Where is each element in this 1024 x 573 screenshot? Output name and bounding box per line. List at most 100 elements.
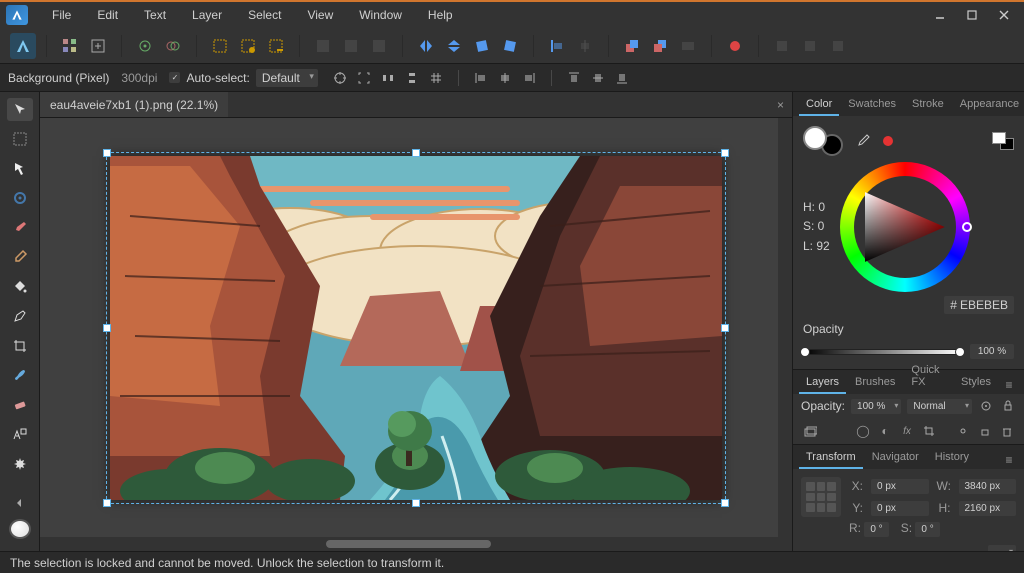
ctx-align-b-icon[interactable]	[612, 68, 632, 88]
horizontal-scrollbar[interactable]	[40, 537, 792, 551]
autoselect-checkbox[interactable]: ✓	[169, 72, 180, 83]
tf-y-value[interactable]: 0 px	[871, 501, 929, 516]
layers-menu-icon[interactable]: ≡	[1000, 376, 1018, 394]
mask-icon[interactable]: ◯	[854, 422, 872, 440]
color-swatch-pair[interactable]	[803, 126, 843, 156]
handle-nw[interactable]	[103, 149, 111, 157]
persona-designer-icon[interactable]	[10, 33, 36, 59]
rotate-ccw-icon[interactable]	[469, 33, 495, 59]
expand-tool[interactable]	[7, 489, 33, 512]
crop-tool[interactable]	[7, 334, 33, 357]
lock-icon[interactable]	[976, 422, 994, 440]
hex-input[interactable]: # EBEBEB	[944, 296, 1014, 314]
rotate-cw-icon[interactable]	[497, 33, 523, 59]
artboard[interactable]	[110, 156, 722, 500]
tab-history[interactable]: History	[928, 447, 976, 469]
color-droplet-icon[interactable]	[722, 33, 748, 59]
tab-stroke[interactable]: Stroke	[905, 94, 951, 116]
ctx-grid-icon[interactable]	[426, 68, 446, 88]
node-tool[interactable]	[7, 157, 33, 180]
selection-sub-icon[interactable]	[263, 33, 289, 59]
tf-s-value[interactable]: 0 °	[915, 522, 939, 537]
ctx-target-icon[interactable]	[330, 68, 350, 88]
selection-all-icon[interactable]	[207, 33, 233, 59]
align-left-icon[interactable]	[544, 33, 570, 59]
gear-tool[interactable]	[7, 186, 33, 209]
handle-w[interactable]	[103, 324, 111, 332]
document-tab-close[interactable]: ×	[769, 98, 792, 112]
ctx-align-m-icon[interactable]	[588, 68, 608, 88]
arrange-icon[interactable]	[57, 33, 83, 59]
menu-help[interactable]: Help	[416, 4, 465, 26]
opacity-slider[interactable]	[803, 349, 962, 355]
align-center-icon[interactable]	[572, 33, 598, 59]
layers-settings-icon[interactable]	[978, 398, 994, 414]
clone-tool[interactable]	[7, 422, 33, 445]
autoselect-dropdown[interactable]: Default	[256, 69, 318, 87]
tab-transform[interactable]: Transform	[799, 447, 863, 469]
opacity-value[interactable]: 100 %	[970, 344, 1014, 359]
erase-tool[interactable]	[7, 393, 33, 416]
ctx-align-t-icon[interactable]	[564, 68, 584, 88]
reset-bw-icon[interactable]	[992, 132, 1014, 150]
fx-icon[interactable]: fx	[898, 422, 916, 440]
ctx-corners-icon[interactable]	[354, 68, 374, 88]
vertical-scrollbar[interactable]	[778, 118, 792, 537]
window-maximize-button[interactable]	[958, 5, 986, 25]
tab-quickfx[interactable]: Quick FX	[904, 360, 952, 394]
tab-swatches[interactable]: Swatches	[841, 94, 903, 116]
tf-r-value[interactable]: 0 °	[864, 522, 888, 537]
dim-btn-3[interactable]	[366, 33, 392, 59]
paint-brush-tool[interactable]	[7, 216, 33, 239]
eyedropper-icon[interactable]	[851, 129, 875, 153]
move-tool[interactable]	[7, 98, 33, 121]
document-tab[interactable]: eau4aveie7xb1 (1).png (22.1%)	[40, 92, 228, 117]
tf-x-value[interactable]: 0 px	[871, 479, 929, 494]
anchor-selector[interactable]	[801, 477, 841, 517]
menu-layer[interactable]: Layer	[180, 4, 234, 26]
dim-btn-2[interactable]	[338, 33, 364, 59]
ctx-align-r-icon[interactable]	[519, 68, 539, 88]
tf-h-value[interactable]: 2160 px	[959, 501, 1017, 516]
handle-ne[interactable]	[721, 149, 729, 157]
dim-btn-1[interactable]	[310, 33, 336, 59]
view-tool[interactable]	[7, 127, 33, 150]
color-wheel[interactable]	[840, 162, 970, 292]
handle-sw[interactable]	[103, 499, 111, 507]
tab-color[interactable]: Color	[799, 94, 839, 116]
snap-3-icon[interactable]	[825, 33, 851, 59]
tab-navigator[interactable]: Navigator	[865, 447, 926, 469]
menu-select[interactable]: Select	[236, 4, 293, 26]
layer-group-icon[interactable]	[801, 422, 819, 440]
ctx-align-c-icon[interactable]	[495, 68, 515, 88]
handle-se[interactable]	[721, 499, 729, 507]
tab-appearance[interactable]: Appearance	[953, 94, 1024, 116]
transform-menu-icon[interactable]: ≡	[1000, 451, 1018, 469]
flip-v-icon[interactable]	[441, 33, 467, 59]
snap-1-icon[interactable]	[769, 33, 795, 59]
trash-icon[interactable]	[998, 422, 1016, 440]
ctx-align-l-icon[interactable]	[471, 68, 491, 88]
pen-tool[interactable]	[7, 304, 33, 327]
layers-lock-icon[interactable]	[1000, 398, 1016, 414]
canvas-viewport[interactable]	[40, 118, 792, 537]
move-back2-icon[interactable]	[675, 33, 701, 59]
effects-tool[interactable]	[7, 452, 33, 475]
handle-e[interactable]	[721, 324, 729, 332]
window-close-button[interactable]	[990, 5, 1018, 25]
fill-tool[interactable]	[7, 275, 33, 298]
color-picker-tool[interactable]	[7, 245, 33, 268]
recent-color-dot[interactable]	[883, 136, 893, 146]
flip-h-icon[interactable]	[413, 33, 439, 59]
menu-text[interactable]: Text	[132, 4, 178, 26]
handle-s[interactable]	[412, 499, 420, 507]
crop-layer-icon[interactable]	[920, 422, 938, 440]
insert-icon[interactable]	[85, 33, 111, 59]
selection-add-icon[interactable]	[235, 33, 261, 59]
ctx-dist-h-icon[interactable]	[378, 68, 398, 88]
menu-edit[interactable]: Edit	[85, 4, 130, 26]
tf-w-value[interactable]: 3840 px	[959, 479, 1017, 494]
adjust-icon[interactable]: ◐	[876, 422, 894, 440]
menu-view[interactable]: View	[295, 4, 345, 26]
foreground-color-well[interactable]	[9, 519, 31, 539]
